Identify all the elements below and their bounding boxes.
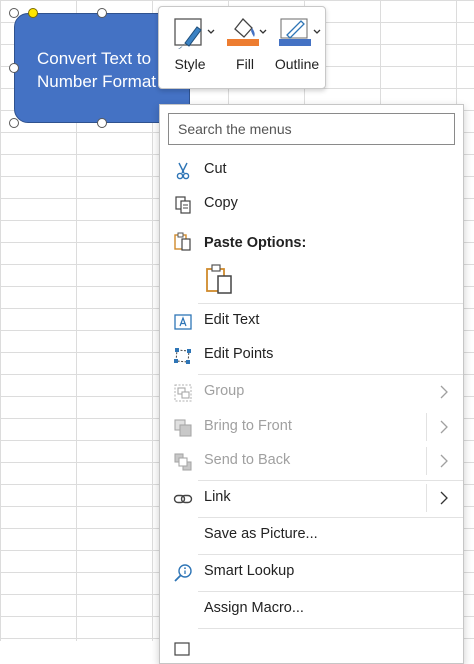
menu-item-assign-macro[interactable]: Assign Macro...: [160, 592, 463, 626]
search-menus-input[interactable]: [168, 113, 455, 145]
menu-item-partial[interactable]: [160, 629, 463, 663]
pen-outline-icon: [279, 18, 321, 46]
chevron-right-icon[interactable]: [439, 419, 449, 435]
menu-item-bring-to-front-label: Bring to Front: [204, 418, 292, 434]
mini-toolbar: Style Fill Outline: [158, 6, 326, 89]
menu-item-cut[interactable]: Cut: [160, 153, 463, 187]
send-back-icon: [174, 453, 192, 471]
split-separator: [426, 413, 427, 441]
style-label: Style: [174, 56, 206, 72]
adjust-handle[interactable]: [28, 8, 38, 18]
menu-item-link-label: Link: [204, 489, 231, 505]
paint-bucket-icon: [227, 18, 267, 46]
menu-item-copy-label: Copy: [204, 195, 238, 211]
menu-item-edit-points-label: Edit Points: [204, 346, 274, 362]
menu-item-link[interactable]: Link: [160, 481, 463, 515]
chevron-right-icon[interactable]: [439, 490, 449, 506]
chevron-right-icon: [440, 385, 448, 399]
link-icon: [173, 494, 193, 504]
menu-item-edit-text-label: Edit Text: [204, 312, 260, 328]
resize-handle-left[interactable]: [9, 63, 19, 73]
menu-item-group[interactable]: Group: [160, 375, 463, 409]
group-icon: [174, 384, 192, 402]
outline-label: Outline: [274, 56, 320, 72]
context-menu: Cut Copy Paste Options: Edit Text: [159, 104, 464, 664]
menu-item-send-to-back[interactable]: Send to Back: [160, 444, 463, 478]
split-separator: [426, 484, 427, 512]
paste-options-label: Paste Options:: [204, 235, 307, 251]
fill-button[interactable]: Fill: [221, 7, 269, 88]
paste-button[interactable]: [204, 262, 236, 296]
style-button[interactable]: Style: [163, 7, 217, 88]
outline-button[interactable]: Outline: [269, 7, 325, 88]
bring-front-icon: [174, 419, 192, 437]
resize-handle-top[interactable]: [97, 8, 107, 18]
split-separator: [426, 447, 427, 475]
clipboard-icon: [174, 232, 191, 251]
menu-item-copy[interactable]: Copy: [160, 187, 463, 221]
scissors-icon: [176, 162, 190, 180]
search-info-icon: [174, 564, 192, 582]
copy-icon: [175, 196, 191, 214]
menu-item-smart-lookup[interactable]: Smart Lookup: [160, 555, 463, 589]
menu-item-save-as-picture-label: Save as Picture...: [204, 526, 318, 542]
menu-item-smart-lookup-label: Smart Lookup: [204, 563, 295, 579]
menu-item-save-as-picture[interactable]: Save as Picture...: [160, 518, 463, 552]
menu-item-cut-label: Cut: [204, 161, 227, 177]
chevron-right-icon[interactable]: [439, 453, 449, 469]
edit-points-icon: [174, 348, 191, 364]
shape-style-icon: [174, 18, 215, 49]
text-box-icon: [174, 314, 192, 330]
menu-item-bring-to-front[interactable]: Bring to Front: [160, 410, 463, 444]
menu-item-edit-points[interactable]: Edit Points: [160, 338, 463, 372]
fill-label: Fill: [236, 56, 254, 72]
clipboard-paste-icon: [206, 264, 232, 294]
menu-item-group-label: Group: [204, 383, 245, 399]
resize-handle-bottom[interactable]: [97, 118, 107, 128]
resize-handle-bottom-left[interactable]: [9, 118, 19, 128]
menu-item-edit-text[interactable]: Edit Text: [160, 304, 463, 338]
menu-item-send-to-back-label: Send to Back: [204, 452, 291, 468]
format-shape-icon: [174, 642, 190, 656]
menu-item-assign-macro-label: Assign Macro...: [204, 600, 304, 616]
resize-handle-top-left[interactable]: [9, 8, 19, 18]
